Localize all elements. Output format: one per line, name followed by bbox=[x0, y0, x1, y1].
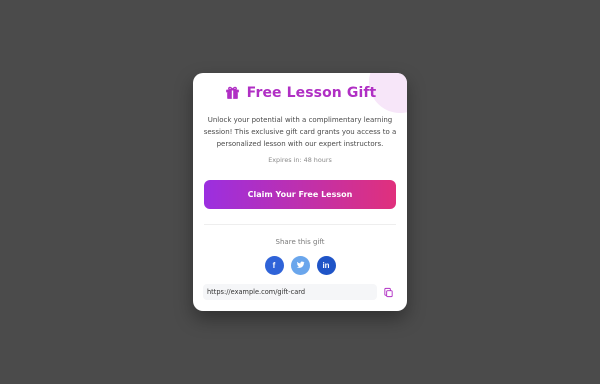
twitter-icon bbox=[296, 260, 305, 271]
linkedin-icon: in bbox=[322, 261, 330, 270]
title-row: Free Lesson Gift bbox=[193, 84, 407, 101]
facebook-share-button[interactable]: f bbox=[264, 256, 284, 275]
copy-link-button[interactable] bbox=[381, 285, 395, 299]
gift-card: Free Lesson Gift Unlock your potential w… bbox=[193, 73, 407, 311]
card-description: Unlock your potential with a complimenta… bbox=[203, 116, 397, 148]
share-url-field[interactable]: https://example.com/gift-card bbox=[203, 284, 377, 300]
linkedin-share-button[interactable]: in bbox=[316, 256, 336, 275]
card-title: Free Lesson Gift bbox=[246, 84, 377, 101]
share-label: Share this gift bbox=[275, 238, 325, 246]
divider bbox=[204, 224, 396, 225]
facebook-icon: f bbox=[272, 261, 276, 270]
copy-icon bbox=[383, 283, 394, 302]
twitter-share-button[interactable] bbox=[290, 256, 310, 275]
claim-lesson-button[interactable]: Claim Your Free Lesson bbox=[204, 180, 396, 209]
gift-icon bbox=[224, 84, 241, 101]
social-share-row: f in bbox=[193, 256, 407, 275]
expiry-text: Expires in: 48 hours bbox=[268, 156, 332, 164]
